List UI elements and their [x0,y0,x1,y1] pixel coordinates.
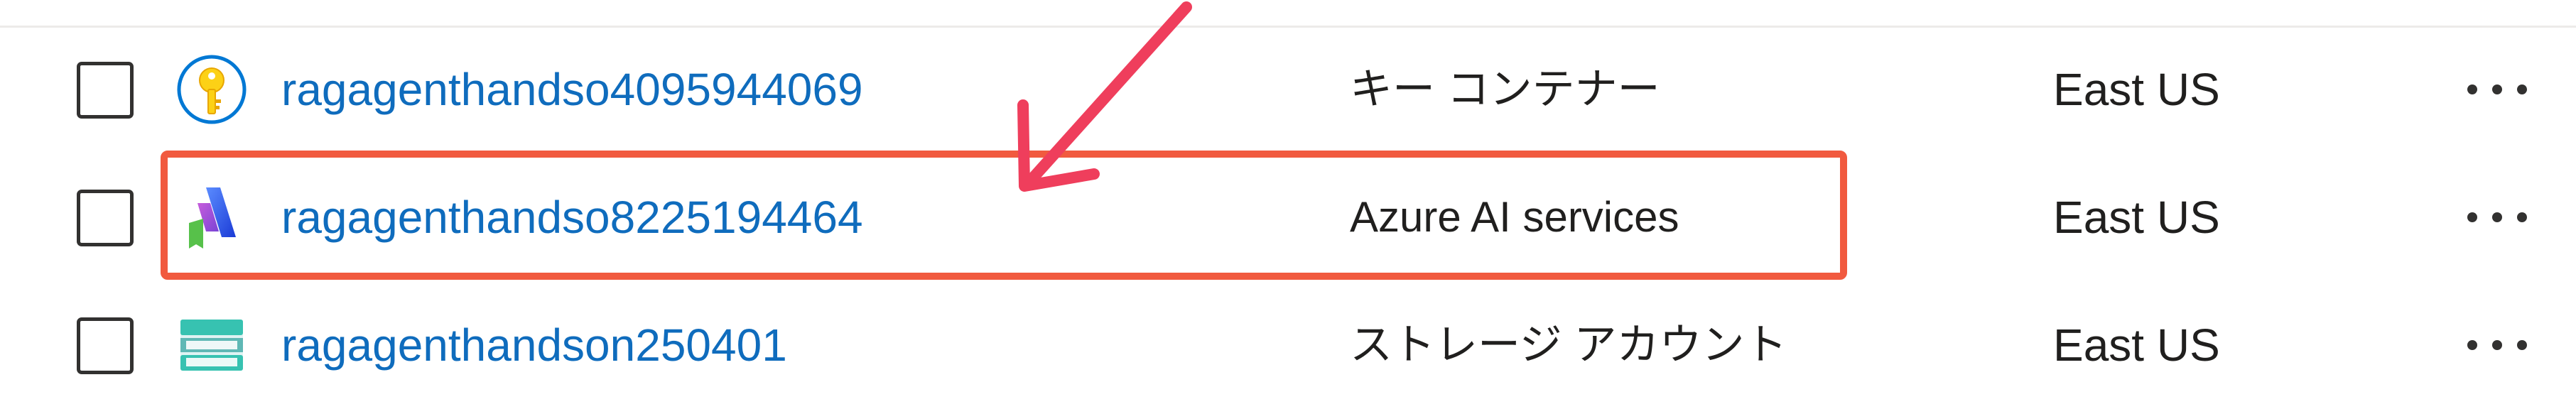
resource-name-link[interactable]: ragagenthandso4095944069 [281,60,863,119]
resource-location: East US [2053,192,2220,243]
ellipsis-icon [2467,212,2527,222]
row-select-checkbox[interactable] [77,62,134,119]
resource-location: East US [2053,320,2220,371]
resource-name-link[interactable]: ragagenthandso8225194464 [281,187,863,247]
table-row[interactable]: ragagenthandso8225194464 Azure AI servic… [0,153,2576,281]
more-actions-button[interactable] [2458,68,2536,111]
more-actions-button[interactable] [2458,324,2536,366]
resource-name-link[interactable]: ragagenthandson250401 [281,315,787,375]
azure-ai-services-icon [176,182,247,253]
ellipsis-icon [2467,340,2527,350]
key-vault-icon [176,54,247,125]
row-select-checkbox[interactable] [77,190,134,246]
row-select-checkbox[interactable] [77,317,134,374]
resource-type: Azure AI services [1350,193,1679,241]
resource-type: ストレージ アカウント [1350,321,1787,369]
ellipsis-icon [2467,84,2527,94]
resource-type: キー コンテナー [1350,65,1660,113]
storage-account-icon [176,310,247,381]
table-row[interactable]: ragagenthandso4095944069 キー コンテナー East U… [0,26,2576,153]
more-actions-button[interactable] [2458,196,2536,239]
table-row[interactable]: ragagenthandson250401 ストレージ アカウント East U… [0,281,2576,409]
resource-location: East US [2053,64,2220,115]
